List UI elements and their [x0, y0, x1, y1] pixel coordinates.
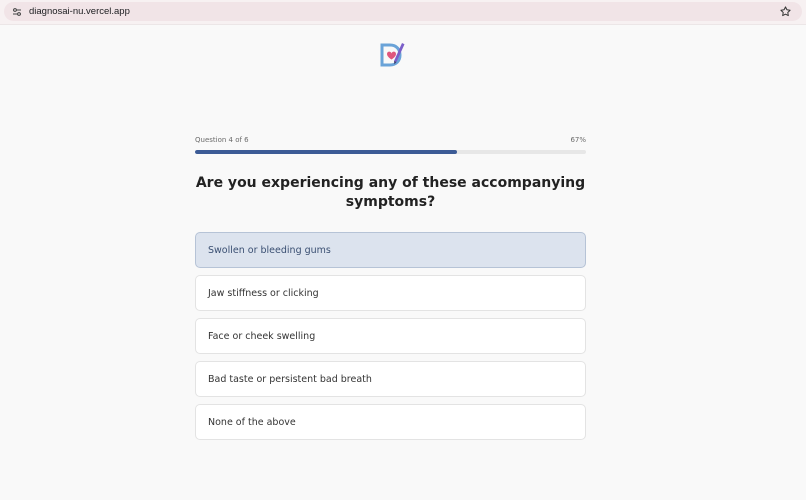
url-text[interactable]: diagnosai-nu.vercel.app — [29, 5, 130, 18]
app-logo[interactable] — [379, 40, 405, 70]
address-bar[interactable]: diagnosai-nu.vercel.app — [4, 2, 802, 21]
progress-percent: 67% — [570, 136, 586, 144]
option-face-cheek-swelling[interactable]: Face or cheek swelling — [195, 318, 586, 354]
progress-bar — [195, 150, 586, 154]
option-none-of-the-above[interactable]: None of the above — [195, 404, 586, 440]
progress-bar-fill — [195, 150, 457, 154]
star-outline-icon[interactable] — [779, 5, 792, 18]
option-label: Jaw stiffness or clicking — [208, 287, 319, 299]
option-label: Swollen or bleeding gums — [208, 244, 331, 256]
option-swollen-bleeding-gums[interactable]: Swollen or bleeding gums — [195, 232, 586, 268]
option-label: None of the above — [208, 416, 296, 428]
option-jaw-stiffness[interactable]: Jaw stiffness or clicking — [195, 275, 586, 311]
option-bad-taste-breath[interactable]: Bad taste or persistent bad breath — [195, 361, 586, 397]
quiz-page: Question 4 of 6 67% Are you experiencing… — [0, 25, 806, 500]
answer-options: Swollen or bleeding gums Jaw stiffness o… — [195, 232, 586, 447]
option-label: Face or cheek swelling — [208, 330, 316, 342]
browser-toolbar: diagnosai-nu.vercel.app — [0, 0, 806, 25]
question-text: Are you experiencing any of these accomp… — [195, 175, 586, 210]
option-label: Bad taste or persistent bad breath — [208, 373, 372, 385]
progress-label: Question 4 of 6 — [195, 136, 249, 144]
tune-icon[interactable] — [12, 7, 22, 17]
